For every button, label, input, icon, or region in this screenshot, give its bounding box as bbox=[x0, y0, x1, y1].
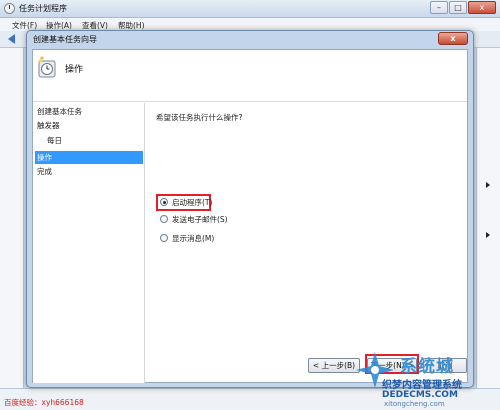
wizard-header: 操作 bbox=[33, 50, 467, 102]
wizard-content: 希望该任务执行什么操作? 启动程序(T) 发送电子邮件(S) 显示消息(M) bbox=[146, 103, 466, 383]
dialog-title: 创建基本任务向导 bbox=[33, 35, 97, 44]
watermark-site-name: 织梦内容管理系统 bbox=[382, 380, 462, 391]
step-create-basic-task[interactable]: 创建基本任务 bbox=[35, 105, 143, 118]
wizard-page-title: 操作 bbox=[65, 65, 84, 75]
watermark-brand: 系统城 bbox=[400, 357, 454, 377]
actions-pane bbox=[476, 48, 500, 388]
minimize-button[interactable]: – bbox=[430, 1, 448, 14]
option-send-email[interactable]: 发送电子邮件(S) bbox=[160, 213, 228, 225]
expand-arrow-icon[interactable] bbox=[486, 182, 490, 188]
option-label: 显示消息(M) bbox=[172, 233, 215, 243]
step-finish[interactable]: 完成 bbox=[35, 165, 143, 178]
close-button[interactable]: x bbox=[468, 1, 496, 14]
option-start-program[interactable]: 启动程序(T) bbox=[160, 196, 212, 208]
wizard-steps-nav: 创建基本任务 触发器 每日 操作 完成 bbox=[33, 103, 145, 383]
option-label: 发送电子邮件(S) bbox=[172, 214, 228, 224]
task-clock-icon bbox=[38, 56, 56, 78]
step-action[interactable]: 操作 bbox=[35, 151, 143, 164]
option-show-message[interactable]: 显示消息(M) bbox=[160, 232, 214, 244]
dialog-title-bar: 创建基本任务向导 x bbox=[27, 31, 473, 47]
dialog-close-button[interactable]: x bbox=[438, 32, 468, 45]
watermark-site-url: xitongcheng.com bbox=[384, 400, 445, 408]
maximize-button[interactable]: □ bbox=[449, 1, 467, 14]
clock-icon bbox=[4, 3, 15, 14]
step-trigger[interactable]: 触发器 bbox=[35, 119, 143, 132]
back-arrow-icon[interactable] bbox=[8, 34, 15, 44]
radio-icon[interactable] bbox=[160, 234, 168, 242]
status-text: 百度经验：xyh666168 bbox=[4, 398, 84, 407]
step-daily[interactable]: 每日 bbox=[35, 134, 143, 147]
watermark-site-domain: DEDECMS.COM bbox=[382, 390, 458, 400]
expand-arrow-icon[interactable] bbox=[486, 232, 490, 238]
window-controls: – □ x bbox=[429, 1, 496, 14]
radio-selected-icon[interactable] bbox=[160, 198, 168, 206]
back-button[interactable]: < 上一步(B) bbox=[308, 358, 360, 373]
title-bar: 任务计划程序 – □ x bbox=[0, 0, 500, 18]
option-label: 启动程序(T) bbox=[172, 197, 213, 207]
create-basic-task-wizard: 创建基本任务向导 x 操作 创建基本任务 触发器 每日 操作 完成 希望该任务执… bbox=[26, 30, 474, 388]
action-question: 希望该任务执行什么操作? bbox=[156, 113, 243, 122]
window-title: 任务计划程序 bbox=[19, 4, 67, 13]
radio-icon[interactable] bbox=[160, 215, 168, 223]
dialog-client-area: 操作 创建基本任务 触发器 每日 操作 完成 希望该任务执行什么操作? 启动程序… bbox=[32, 49, 468, 383]
console-tree-pane bbox=[0, 48, 24, 388]
